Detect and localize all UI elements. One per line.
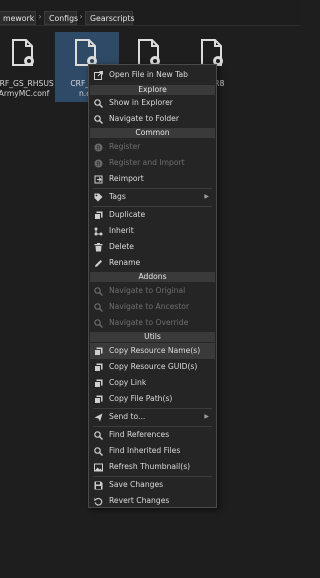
menu-item-tags[interactable]: Tags ▶: [90, 189, 215, 205]
tag-icon: [94, 193, 103, 202]
menu-item-rename[interactable]: Rename: [90, 255, 215, 271]
menu-item-label: Navigate to Ancestor: [109, 302, 190, 311]
search-icon: [94, 99, 103, 108]
breadcrumb-item-gearscripts[interactable]: Gearscripts: [85, 11, 135, 25]
section-header-addons: Addons: [90, 272, 215, 282]
menu-item-label: Find Inherited Files: [109, 446, 181, 455]
menu-item-navigate-to-override: Navigate to Override: [90, 315, 215, 331]
menu-item-label: Navigate to Folder: [109, 114, 179, 123]
open-external-icon: [94, 71, 103, 80]
menu-item-label: Find References: [109, 430, 170, 439]
menu-item-navigate-to-original: Navigate to Original: [90, 283, 215, 299]
config-file-icon: [12, 39, 34, 66]
menu-item-label: Copy Resource GUID(s): [109, 362, 198, 371]
menu-item-revert-changes[interactable]: Revert Changes: [90, 493, 215, 509]
section-header-common: Common: [90, 128, 215, 138]
menu-item-label: Save Changes: [109, 480, 164, 489]
duplicate-icon: [94, 211, 103, 220]
copy-icon: [94, 363, 103, 372]
breadcrumb: mework › Configs › Gearscripts: [0, 0, 300, 26]
chevron-right-icon: ›: [79, 12, 83, 21]
image-icon: [94, 463, 103, 472]
breadcrumb-item-configs[interactable]: Configs: [44, 11, 78, 25]
menu-item-label: Navigate to Original: [109, 286, 186, 295]
search-icon: [94, 115, 103, 124]
menu-item-label: Rename: [109, 258, 141, 267]
submenu-arrow-icon: ▶: [204, 193, 209, 200]
menu-item-find-references[interactable]: Find References: [90, 427, 215, 443]
menu-item-label: Delete: [109, 242, 134, 251]
menu-item-register-and-import: R Register and Import: [90, 155, 215, 171]
search-icon: [94, 431, 103, 440]
file-name: ArmyMC.conf: [0, 89, 50, 98]
menu-item-copy-resource-names[interactable]: Copy Resource Name(s): [90, 343, 215, 359]
menu-item-inherit[interactable]: Inherit: [90, 223, 215, 239]
save-icon: [94, 481, 103, 490]
search-icon: [94, 303, 103, 312]
send-icon: [94, 413, 103, 422]
search-icon: [94, 319, 103, 328]
menu-item-label: Reimport: [109, 174, 144, 183]
menu-item-label: Open File in New Tab: [109, 70, 188, 79]
menu-item-register: R Register: [90, 139, 215, 155]
revert-icon: [94, 497, 103, 506]
search-icon: [94, 447, 103, 456]
menu-item-duplicate[interactable]: Duplicate: [90, 207, 215, 223]
menu-item-copy-file-paths[interactable]: Copy File Path(s): [90, 391, 215, 407]
menu-item-send-to[interactable]: Send to... ▶: [90, 409, 215, 425]
menu-item-label: Send to...: [109, 412, 146, 421]
menu-item-label: Show in Explorer: [109, 98, 173, 107]
menu-item-navigate-to-ancestor: Navigate to Ancestor: [90, 299, 215, 315]
chevron-right-icon: ›: [38, 12, 42, 21]
menu-item-reimport[interactable]: Reimport: [90, 171, 215, 187]
menu-item-refresh-thumbnails[interactable]: Refresh Thumbnail(s): [90, 459, 215, 475]
file-name: CRF_GS_RHSUS: [0, 79, 54, 88]
config-file-icon: [201, 39, 223, 66]
reimport-icon: [94, 175, 103, 184]
menu-item-label: Revert Changes: [109, 496, 170, 505]
menu-item-label: Copy Resource Name(s): [109, 346, 201, 355]
menu-item-label: Copy Link: [109, 378, 147, 387]
menu-item-label: Register and Import: [109, 158, 185, 167]
config-file-icon: [75, 39, 97, 66]
menu-item-copy-link[interactable]: Copy Link: [90, 375, 215, 391]
menu-item-delete[interactable]: Delete: [90, 239, 215, 255]
config-file-icon: [138, 39, 160, 66]
inherit-icon: [94, 227, 103, 236]
breadcrumb-item-framework[interactable]: mework: [0, 11, 36, 25]
copy-icon: [94, 395, 103, 404]
menu-item-navigate-to-folder[interactable]: Navigate to Folder: [90, 111, 215, 127]
menu-item-label: Copy File Path(s): [109, 394, 173, 403]
menu-item-label: Inherit: [109, 226, 134, 235]
context-menu: Open File in New Tab Explore Show in Exp…: [88, 64, 217, 508]
copy-icon: [94, 347, 103, 356]
pencil-icon: [95, 260, 102, 267]
menu-item-show-in-explorer[interactable]: Show in Explorer: [90, 95, 215, 111]
file-tile[interactable]: CRF_GS_RHSUS ArmyMC.conf: [0, 32, 56, 102]
menu-item-label: Refresh Thumbnail(s): [109, 462, 191, 471]
trash-icon: [94, 243, 103, 252]
menu-item-open-new-tab[interactable]: Open File in New Tab: [90, 67, 215, 83]
menu-item-label: Navigate to Override: [109, 318, 189, 327]
svg-text:R: R: [96, 161, 100, 168]
section-header-explore: Explore: [90, 85, 215, 95]
menu-item-find-inherited-files[interactable]: Find Inherited Files: [90, 443, 215, 459]
menu-item-save-changes[interactable]: Save Changes: [90, 477, 215, 493]
search-icon: [94, 287, 103, 296]
menu-item-label: Register: [109, 142, 141, 151]
svg-text:R: R: [96, 145, 100, 152]
register-icon: R: [94, 143, 103, 152]
menu-item-label: Tags: [109, 192, 126, 201]
menu-item-copy-resource-guids[interactable]: Copy Resource GUID(s): [90, 359, 215, 375]
submenu-arrow-icon: ▶: [204, 413, 209, 420]
section-header-utils: Utils: [90, 332, 215, 342]
register-icon: R: [94, 159, 103, 168]
menu-item-label: Duplicate: [109, 210, 146, 219]
copy-icon: [94, 379, 103, 388]
